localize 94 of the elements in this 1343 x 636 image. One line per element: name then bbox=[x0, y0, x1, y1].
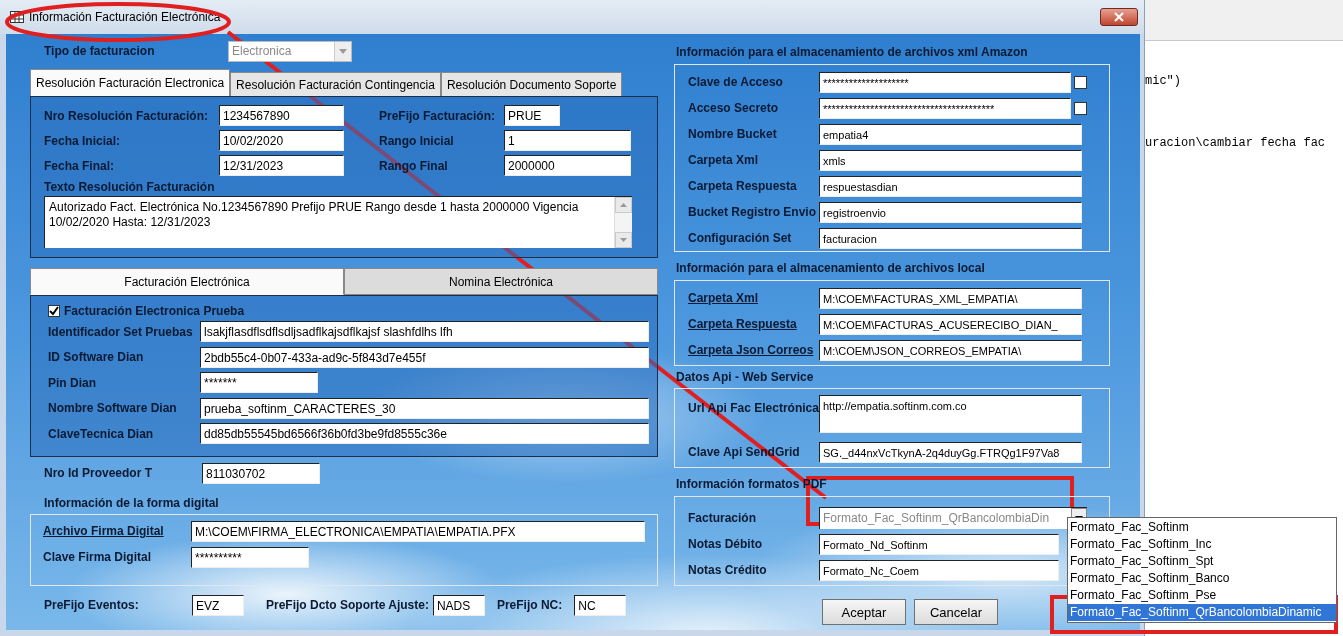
input-field[interactable]: 2bdb55c4-0b07-433a-ad9c-5f843d7e455f bbox=[200, 346, 649, 368]
section-title: Información para el almacenamiento de archivos local bbox=[676, 261, 986, 275]
code-line: mic") bbox=[1145, 74, 1181, 88]
caret-icon bbox=[339, 48, 347, 54]
dropdown-option[interactable]: Formato_Fac_Softinm_QrBancolombiaDinamic bbox=[1068, 604, 1336, 621]
input-field[interactable]: xmls bbox=[819, 149, 1082, 171]
section-title: Datos Api - Web Service bbox=[676, 370, 815, 384]
section-title: Información de la forma digital bbox=[44, 496, 220, 510]
field-label: Clave Firma Digital bbox=[43, 550, 153, 564]
field-label: Nombre Software Dian bbox=[48, 401, 178, 416]
resolution-tab[interactable]: Resolución Documento Soporte bbox=[440, 72, 623, 96]
input-field[interactable]: facturacion bbox=[819, 227, 1082, 249]
input-field[interactable]: SG._d44nxVcTkynA-2q4duyGg.FTRQg1F97Va8 bbox=[819, 441, 1082, 463]
field-label: Notas Débito bbox=[688, 537, 763, 551]
field-label: Tipo de facturacion bbox=[44, 44, 156, 58]
input-field[interactable]: M:\COEM\FIRMA_ELECTRONICA\EMPATIA\EMPATIA.PFX bbox=[191, 520, 645, 542]
input-field[interactable]: lsakjflasdflsdflsdljsadflkajsdflkajsf slashfdlhs lfh bbox=[200, 321, 649, 343]
text-area[interactable]: Autorizado Fact. Electrónica No.1234567890 Prefijo PRUE Rango desde 1 hasta 2000000 Vigencia 10/02/2020 Hasta: 12/31/2023 bbox=[44, 196, 632, 248]
input-field[interactable]: 10/02/2020 bbox=[219, 130, 344, 151]
checkbox[interactable] bbox=[1074, 101, 1087, 115]
input-field[interactable]: 811030702 bbox=[202, 462, 320, 484]
field-label: Facturación bbox=[688, 511, 757, 525]
input-field[interactable]: ********** bbox=[191, 546, 309, 568]
input-field[interactable]: 12/31/2023 bbox=[219, 155, 344, 176]
field-label: Nombre Bucket bbox=[688, 127, 778, 141]
checkbox-label: Facturación Electronica Prueba bbox=[64, 303, 245, 318]
input-field[interactable]: NADS bbox=[432, 594, 485, 616]
field-label: PreFijo Eventos: bbox=[44, 598, 140, 612]
field-label: Notas Crédito bbox=[688, 563, 768, 577]
field-label: PreFijo Facturación: bbox=[379, 108, 497, 123]
code-line: uracion\cambiar fecha fac bbox=[1145, 136, 1326, 150]
input-field[interactable]: M:\COEM\FACTURAS_XML_EMPATIA\ bbox=[819, 287, 1082, 309]
window-title: Información Facturación Electrónica bbox=[29, 10, 221, 24]
resolution-text: Autorizado Fact. Electrónica No.1234567890 Prefijo PRUE Rango desde 1 hasta 2000000 Vigencia 10/02/2020 Hasta: 12/31/2023 bbox=[48, 199, 580, 231]
input-field[interactable]: 2000000 bbox=[504, 155, 631, 176]
input-field[interactable]: 1 bbox=[504, 130, 631, 151]
dropdown-option[interactable]: Formato_Fac_Softinm_Spt bbox=[1068, 553, 1336, 570]
field-label: Bucket Registro Envio bbox=[688, 205, 818, 219]
field-label: Identificador Set Pruebas bbox=[48, 324, 194, 339]
scroll-down-icon bbox=[620, 238, 627, 242]
input-field[interactable]: 1234567890 bbox=[219, 105, 344, 126]
field-label: Fecha Inicial: bbox=[44, 133, 122, 148]
file-link[interactable]: Archivo Firma Digital bbox=[43, 524, 191, 538]
dialog-button[interactable]: Aceptar bbox=[822, 599, 906, 625]
input-field[interactable]: **************************************** bbox=[819, 97, 1072, 119]
field-label: ID Software Dian bbox=[48, 350, 145, 365]
input-field[interactable]: Formato_Nc_Coem bbox=[819, 559, 1059, 581]
input-field[interactable]: empatia4 bbox=[819, 123, 1082, 145]
field-label: Nro Resolución Facturación: bbox=[44, 108, 210, 123]
field-label: Carpeta Xml bbox=[688, 153, 760, 167]
dialog-button[interactable]: Cancelar bbox=[914, 599, 998, 625]
input-field[interactable]: M:\COEM\JSON_CORREOS_EMPATIA\ bbox=[819, 339, 1082, 361]
dropdown-option[interactable]: Formato_Fac_Softinm_Pse bbox=[1068, 587, 1336, 604]
checkbox[interactable] bbox=[1074, 75, 1087, 89]
folder-link[interactable]: Carpeta Json Correos bbox=[688, 343, 819, 357]
section-title: Información para el almacenamiento de archivos xml Amazon bbox=[676, 45, 1029, 59]
checkbox[interactable] bbox=[48, 304, 60, 317]
field-label: Carpeta Respuesta bbox=[688, 179, 798, 193]
resolution-tab[interactable]: Resolución Facturación Electronica bbox=[30, 69, 231, 96]
input-field[interactable]: EVZ bbox=[192, 594, 244, 616]
field-label: Acceso Secreto bbox=[688, 101, 780, 115]
folder-link[interactable]: Carpeta Xml bbox=[688, 291, 819, 305]
input-field[interactable]: registroenvio bbox=[819, 201, 1082, 223]
input-field[interactable]: http://empatia.softinm.com.co bbox=[819, 395, 1082, 433]
input-field[interactable]: M:\COEM\FACTURAS_ACUSERECIBO_DIAN_ bbox=[819, 313, 1082, 335]
dropdown-option[interactable]: Formato_Fac_Softinm_Inc bbox=[1068, 536, 1336, 553]
input-field[interactable]: ******************** bbox=[819, 71, 1072, 93]
resolution-tab[interactable]: Resolución Facturación Contingencia bbox=[230, 72, 441, 96]
input-field[interactable]: dd85db55545bd6566f36b0fd3be9fd8555c36e bbox=[200, 423, 649, 445]
scrollbar[interactable] bbox=[614, 197, 632, 248]
input-field[interactable]: prueba_softinm_CARACTERES_30 bbox=[200, 397, 649, 419]
field-label: Texto Resolución Facturación bbox=[44, 180, 216, 194]
close-icon bbox=[1114, 12, 1124, 22]
table-icon bbox=[10, 11, 24, 23]
field-label: Clave de Acceso bbox=[688, 75, 784, 89]
field-label: PreFijo Dcto Soporte Ajuste: bbox=[266, 598, 429, 612]
input-field[interactable]: NC bbox=[574, 594, 627, 616]
field-label: ClaveTecnica Dian bbox=[48, 426, 155, 441]
field-label: Pin Dian bbox=[48, 375, 97, 390]
billing-tab[interactable]: Nomina Electrónica bbox=[344, 268, 658, 295]
folder-link[interactable]: Carpeta Respuesta bbox=[688, 317, 819, 331]
input-field[interactable]: Formato_Nd_Softinm bbox=[819, 533, 1059, 555]
input-field[interactable]: PRUE bbox=[504, 105, 560, 126]
input-field[interactable]: respuestasdian bbox=[819, 175, 1082, 197]
scroll-up-icon bbox=[620, 203, 627, 207]
field-label: Configuración Set bbox=[688, 231, 793, 245]
field-label: Rango Inicial bbox=[379, 133, 455, 148]
input-field[interactable]: ******* bbox=[200, 372, 318, 394]
field-label: PreFijo NC: bbox=[496, 598, 563, 612]
field-label: Fecha Final: bbox=[44, 158, 115, 173]
billing-tab[interactable]: Facturación Electrónica bbox=[30, 268, 344, 295]
field-label: Nro Id Proveedor T bbox=[44, 466, 154, 480]
dropdown-option[interactable]: Formato_Fac_Softinm_Banco bbox=[1068, 570, 1336, 587]
close-button[interactable] bbox=[1100, 8, 1138, 26]
